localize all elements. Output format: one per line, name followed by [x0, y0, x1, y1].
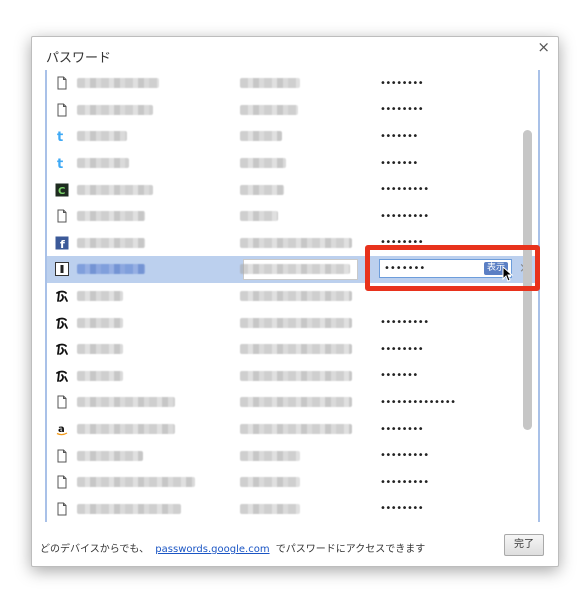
calligraphy-icon — [55, 342, 69, 356]
username-redacted — [240, 211, 278, 222]
username-redacted — [240, 317, 352, 328]
facebook-icon: f — [55, 236, 69, 250]
password-row[interactable]: •••••••• — [47, 70, 538, 97]
password-masked: •••••••• — [380, 503, 424, 515]
i-icon — [55, 262, 69, 277]
password-row[interactable]: a •••••••• — [47, 416, 538, 443]
site-name-redacted — [77, 477, 195, 488]
site-name-redacted — [77, 450, 143, 461]
site-name-redacted — [77, 237, 145, 248]
password-row[interactable]: •••••••• — [47, 97, 538, 124]
password-row[interactable]: ••••••••• — [47, 309, 538, 336]
password-masked: •••••••••••••• — [380, 396, 456, 408]
calligraphy-icon — [55, 369, 69, 383]
password-masked: ••••••••• — [380, 184, 429, 196]
username-redacted — [240, 237, 352, 248]
username-redacted — [240, 503, 300, 514]
page-icon — [55, 76, 69, 90]
password-masked: ••••••••• — [380, 210, 429, 222]
password-row[interactable]: t ••••••• — [47, 150, 538, 177]
dialog-title: パスワード — [46, 51, 112, 66]
password-masked: ••••••• — [380, 130, 418, 142]
username-redacted — [240, 477, 300, 488]
username-redacted — [240, 78, 300, 89]
site-name-redacted — [77, 370, 123, 381]
passwords-dialog: パスワード × •••••••• •••••••• t ••••••• t •••••••… — [31, 36, 559, 567]
svg-text:a: a — [58, 424, 65, 435]
username-redacted — [240, 264, 350, 275]
twitter-icon: t — [55, 129, 69, 143]
password-row[interactable]: t ••••••• — [47, 123, 538, 150]
amazon-icon: a — [55, 422, 69, 436]
password-masked: ••••••••• — [380, 317, 429, 329]
username-redacted — [240, 370, 352, 381]
calligraphy-icon — [55, 316, 69, 330]
page-icon — [55, 475, 69, 489]
page-icon — [55, 209, 69, 223]
site-name-redacted — [77, 503, 181, 514]
password-row[interactable]: ••••••••• — [47, 203, 538, 230]
page-icon — [55, 449, 69, 463]
site-name-redacted — [77, 264, 145, 275]
password-row[interactable]: ••••••••• — [47, 469, 538, 496]
site-name-redacted — [77, 344, 123, 355]
twitter-icon: t — [55, 156, 69, 170]
password-masked: ••••••••• — [380, 476, 429, 488]
passwords-site-link[interactable]: passwords.google.com — [155, 544, 269, 555]
password-row[interactable]: •••••••• — [47, 496, 538, 523]
username-redacted — [240, 397, 352, 408]
username-redacted — [240, 291, 352, 302]
page-icon — [55, 502, 69, 516]
password-masked: •••••••• — [380, 423, 424, 435]
calligraphy-icon — [55, 289, 69, 303]
c-icon: C — [55, 183, 69, 197]
password-list[interactable]: •••••••• •••••••• t ••••••• t ••••••• C •••••••… — [45, 70, 540, 522]
password-masked: ••••••••• — [380, 450, 429, 462]
site-name-redacted — [77, 397, 175, 408]
footer-note: どのデバイスからでも、 passwords.google.com でパスワードに… — [40, 540, 425, 555]
site-name-redacted — [77, 184, 153, 195]
page-icon — [55, 103, 69, 117]
username-redacted — [240, 158, 286, 169]
password-masked: •••••••• — [380, 343, 424, 355]
close-dialog-button[interactable]: × — [537, 39, 550, 55]
footer-text-after: でパスワードにアクセスできます — [275, 544, 426, 555]
site-name-redacted — [77, 424, 175, 435]
username-redacted — [240, 344, 352, 355]
svg-text:t: t — [57, 130, 63, 143]
username-redacted — [240, 131, 282, 142]
site-name-redacted — [77, 78, 159, 89]
password-masked: ••••••• — [380, 370, 418, 382]
site-name-redacted — [77, 104, 153, 115]
password-row[interactable]: •••••••• — [47, 336, 538, 363]
footer-text-before: どのデバイスからでも、 — [40, 544, 150, 555]
svg-text:f: f — [60, 238, 65, 250]
site-name-redacted — [77, 291, 123, 302]
svg-text:C: C — [58, 186, 65, 197]
password-masked: •••••••• — [380, 77, 424, 89]
password-masked: •••••••• — [380, 104, 424, 116]
password-row[interactable]: C ••••••••• — [47, 176, 538, 203]
site-name-redacted — [77, 317, 123, 328]
password-row[interactable]: ••••••••• — [47, 442, 538, 469]
username-redacted — [240, 450, 300, 461]
svg-text:t: t — [57, 157, 63, 170]
username-redacted — [240, 104, 298, 115]
page-icon — [55, 395, 69, 409]
site-name-redacted — [77, 211, 145, 222]
password-row[interactable]: •••••••••••••• — [47, 389, 538, 416]
site-name-redacted — [77, 158, 129, 169]
username-redacted — [240, 424, 352, 435]
mouse-cursor-icon — [502, 266, 514, 282]
password-masked: ••••••• — [380, 157, 418, 169]
password-row[interactable]: ••••••• — [47, 363, 538, 390]
username-redacted — [240, 184, 284, 195]
done-button[interactable]: 完了 — [504, 534, 544, 556]
site-name-redacted — [77, 131, 127, 142]
